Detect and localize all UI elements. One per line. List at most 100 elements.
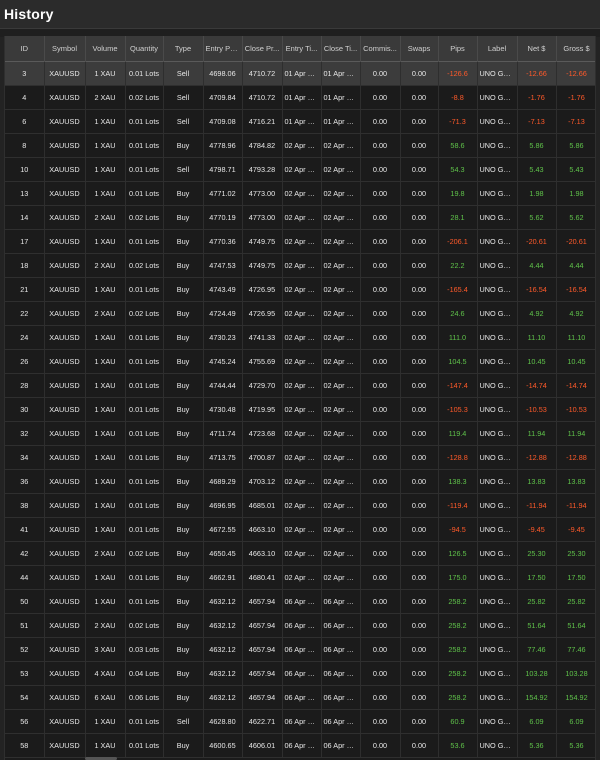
column-header-type[interactable]: Type xyxy=(163,36,204,62)
table-row[interactable]: 21 XAUUSD 1 XAU 0.01 Lots Buy 4743.49 4726.95 0… xyxy=(5,277,595,302)
column-header-id[interactable]: ID xyxy=(5,36,45,62)
cell-entry-price: 4632.12 xyxy=(203,685,243,710)
cell-close-price: 4710.72 xyxy=(242,61,283,86)
cell-label: UNO GO... xyxy=(477,685,518,710)
table-row[interactable]: 28 XAUUSD 1 XAU 0.01 Lots Buy 4744.44 4729.70 0… xyxy=(5,373,595,398)
column-header-pips[interactable]: Pips xyxy=(438,36,478,62)
cell-close-time: 01 Apr 20... xyxy=(321,61,361,86)
cell-commission: 0.00 xyxy=(360,421,401,446)
cell-volume: 3 XAU xyxy=(85,637,126,662)
table-row[interactable]: 41 XAUUSD 1 XAU 0.01 Lots Buy 4672.55 4663.10 0… xyxy=(5,517,595,542)
table-row[interactable]: 10 XAUUSD 1 XAU 0.01 Lots Sell 4798.71 4793.28… xyxy=(5,157,595,182)
cell-gross: -12.66 xyxy=(556,61,595,86)
column-header-entry-price[interactable]: Entry Price xyxy=(203,36,243,62)
cell-net: 11.10 xyxy=(517,325,557,350)
table-row[interactable]: 22 XAUUSD 2 XAU 0.02 Lots Buy 4724.49 4726.95 0… xyxy=(5,301,595,326)
table-row[interactable]: 58 XAUUSD 1 XAU 0.01 Lots Buy 4600.65 4606.01 0… xyxy=(5,733,595,758)
cell-pips: 58.6 xyxy=(438,133,478,158)
cell-type: Buy xyxy=(163,253,204,278)
column-header-net[interactable]: Net $ xyxy=(517,36,557,62)
column-header-commission[interactable]: Commis... xyxy=(360,36,401,62)
cell-swaps: 0.00 xyxy=(400,565,439,590)
cell-gross: 5.36 xyxy=(556,733,595,758)
cell-volume: 1 XAU xyxy=(85,373,126,398)
table-row[interactable]: 34 XAUUSD 1 XAU 0.01 Lots Buy 4713.75 4700.87 0… xyxy=(5,445,595,470)
cell-commission: 0.00 xyxy=(360,493,401,518)
cell-id: 18 xyxy=(5,253,45,278)
cell-close-price: 4710.72 xyxy=(242,85,283,110)
table-row[interactable]: 51 XAUUSD 2 XAU 0.02 Lots Buy 4632.12 4657.94 0… xyxy=(5,613,595,638)
cell-entry-time: 02 Apr 20... xyxy=(282,397,322,422)
table-row[interactable]: 36 XAUUSD 1 XAU 0.01 Lots Buy 4689.29 4703.12 0… xyxy=(5,469,595,494)
column-header-gross[interactable]: Gross $ xyxy=(556,36,595,62)
cell-gross: 103.28 xyxy=(556,661,595,686)
cell-pips: -147.4 xyxy=(438,373,478,398)
column-header-label[interactable]: Label xyxy=(477,36,518,62)
cell-symbol: XAUUSD xyxy=(44,109,86,134)
cell-symbol: XAUUSD xyxy=(44,181,86,206)
cell-id: 51 xyxy=(5,613,45,638)
cell-swaps: 0.00 xyxy=(400,181,439,206)
cell-volume: 4 XAU xyxy=(85,661,126,686)
cell-entry-time: 06 Apr 20... xyxy=(282,637,322,662)
cell-pips: 19.8 xyxy=(438,181,478,206)
cell-net: 1.98 xyxy=(517,181,557,206)
cell-volume: 2 XAU xyxy=(85,205,126,230)
cell-id: 10 xyxy=(5,157,45,182)
cell-swaps: 0.00 xyxy=(400,349,439,374)
column-header-volume[interactable]: Volume xyxy=(85,36,126,62)
table-row[interactable]: 3 XAUUSD 1 XAU 0.01 Lots Sell 4698.06 4710.72 0… xyxy=(5,61,595,86)
cell-quantity: 0.01 Lots xyxy=(125,421,164,446)
cell-symbol: XAUUSD xyxy=(44,349,86,374)
cell-id: 28 xyxy=(5,373,45,398)
cell-symbol: XAUUSD xyxy=(44,133,86,158)
column-header-close-time[interactable]: Close Ti... xyxy=(321,36,361,62)
cell-gross: 154.92 xyxy=(556,685,595,710)
cell-type: Sell xyxy=(163,709,204,734)
table-row[interactable]: 24 XAUUSD 1 XAU 0.01 Lots Buy 4730.23 4741.33 0… xyxy=(5,325,595,350)
column-header-quantity[interactable]: Quantity xyxy=(125,36,164,62)
table-row[interactable]: 17 XAUUSD 1 XAU 0.01 Lots Buy 4770.36 4749.75 0… xyxy=(5,229,595,254)
cell-type: Buy xyxy=(163,733,204,758)
table-row[interactable]: 42 XAUUSD 2 XAU 0.02 Lots Buy 4650.45 4663.10 0… xyxy=(5,541,595,566)
cell-commission: 0.00 xyxy=(360,685,401,710)
cell-gross: -7.13 xyxy=(556,109,595,134)
table-row[interactable]: 4 XAUUSD 2 XAU 0.02 Lots Sell 4709.84 4710.72 0… xyxy=(5,85,595,110)
table-row[interactable]: 50 XAUUSD 1 XAU 0.01 Lots Buy 4632.12 4657.94 0… xyxy=(5,589,595,614)
table-row[interactable]: 54 XAUUSD 6 XAU 0.06 Lots Buy 4632.12 4657.94 0… xyxy=(5,685,595,710)
cell-label: UNO GO... xyxy=(477,445,518,470)
column-header-symbol[interactable]: Symbol xyxy=(44,36,86,62)
table-row[interactable]: 14 XAUUSD 2 XAU 0.02 Lots Buy 4770.19 4773.00 0… xyxy=(5,205,595,230)
column-header-entry-time[interactable]: Entry Ti... xyxy=(282,36,322,62)
column-header-close-price[interactable]: Close Pr... xyxy=(242,36,283,62)
cell-commission: 0.00 xyxy=(360,637,401,662)
cell-gross: 4.44 xyxy=(556,253,595,278)
cell-close-price: 4755.69 xyxy=(242,349,283,374)
table-row[interactable]: 18 XAUUSD 2 XAU 0.02 Lots Buy 4747.53 4749.75 0… xyxy=(5,253,595,278)
cell-close-price: 4749.75 xyxy=(242,253,283,278)
table-row[interactable]: 30 XAUUSD 1 XAU 0.01 Lots Buy 4730.48 4719.95 0… xyxy=(5,397,595,422)
table-row[interactable]: 32 XAUUSD 1 XAU 0.01 Lots Buy 4711.74 4723.68 0… xyxy=(5,421,595,446)
column-header-swaps[interactable]: Swaps xyxy=(400,36,439,62)
table-row[interactable]: 8 XAUUSD 1 XAU 0.01 Lots Buy 4778.96 4784.82 02… xyxy=(5,133,595,158)
cell-volume: 1 XAU xyxy=(85,421,126,446)
table-row[interactable]: 26 XAUUSD 1 XAU 0.01 Lots Buy 4745.24 4755.69 0… xyxy=(5,349,595,374)
cell-entry-time: 01 Apr 20... xyxy=(282,61,322,86)
table-row[interactable]: 44 XAUUSD 1 XAU 0.01 Lots Buy 4662.91 4680.41 0… xyxy=(5,565,595,590)
table-row[interactable]: 6 XAUUSD 1 XAU 0.01 Lots Sell 4709.08 4716.21 0… xyxy=(5,109,595,134)
cell-close-time: 02 Apr 20... xyxy=(321,229,361,254)
cell-quantity: 0.01 Lots xyxy=(125,445,164,470)
cell-symbol: XAUUSD xyxy=(44,661,86,686)
cell-symbol: XAUUSD xyxy=(44,397,86,422)
cell-entry-price: 4711.74 xyxy=(203,421,243,446)
cell-gross: 10.45 xyxy=(556,349,595,374)
table-row[interactable]: 52 XAUUSD 3 XAU 0.03 Lots Buy 4632.12 4657.94 0… xyxy=(5,637,595,662)
cell-label: UNO GO... xyxy=(477,565,518,590)
cell-entry-price: 4770.19 xyxy=(203,205,243,230)
table-row[interactable]: 56 XAUUSD 1 XAU 0.01 Lots Sell 4628.80 4622.71… xyxy=(5,709,595,734)
cell-gross: 51.64 xyxy=(556,613,595,638)
table-row[interactable]: 53 XAUUSD 4 XAU 0.04 Lots Buy 4632.12 4657.94 0… xyxy=(5,661,595,686)
table-row[interactable]: 13 XAUUSD 1 XAU 0.01 Lots Buy 4771.02 4773.00 0… xyxy=(5,181,595,206)
table-row[interactable]: 38 XAUUSD 1 XAU 0.01 Lots Buy 4696.95 4685.01 0… xyxy=(5,493,595,518)
cell-pips: 138.3 xyxy=(438,469,478,494)
